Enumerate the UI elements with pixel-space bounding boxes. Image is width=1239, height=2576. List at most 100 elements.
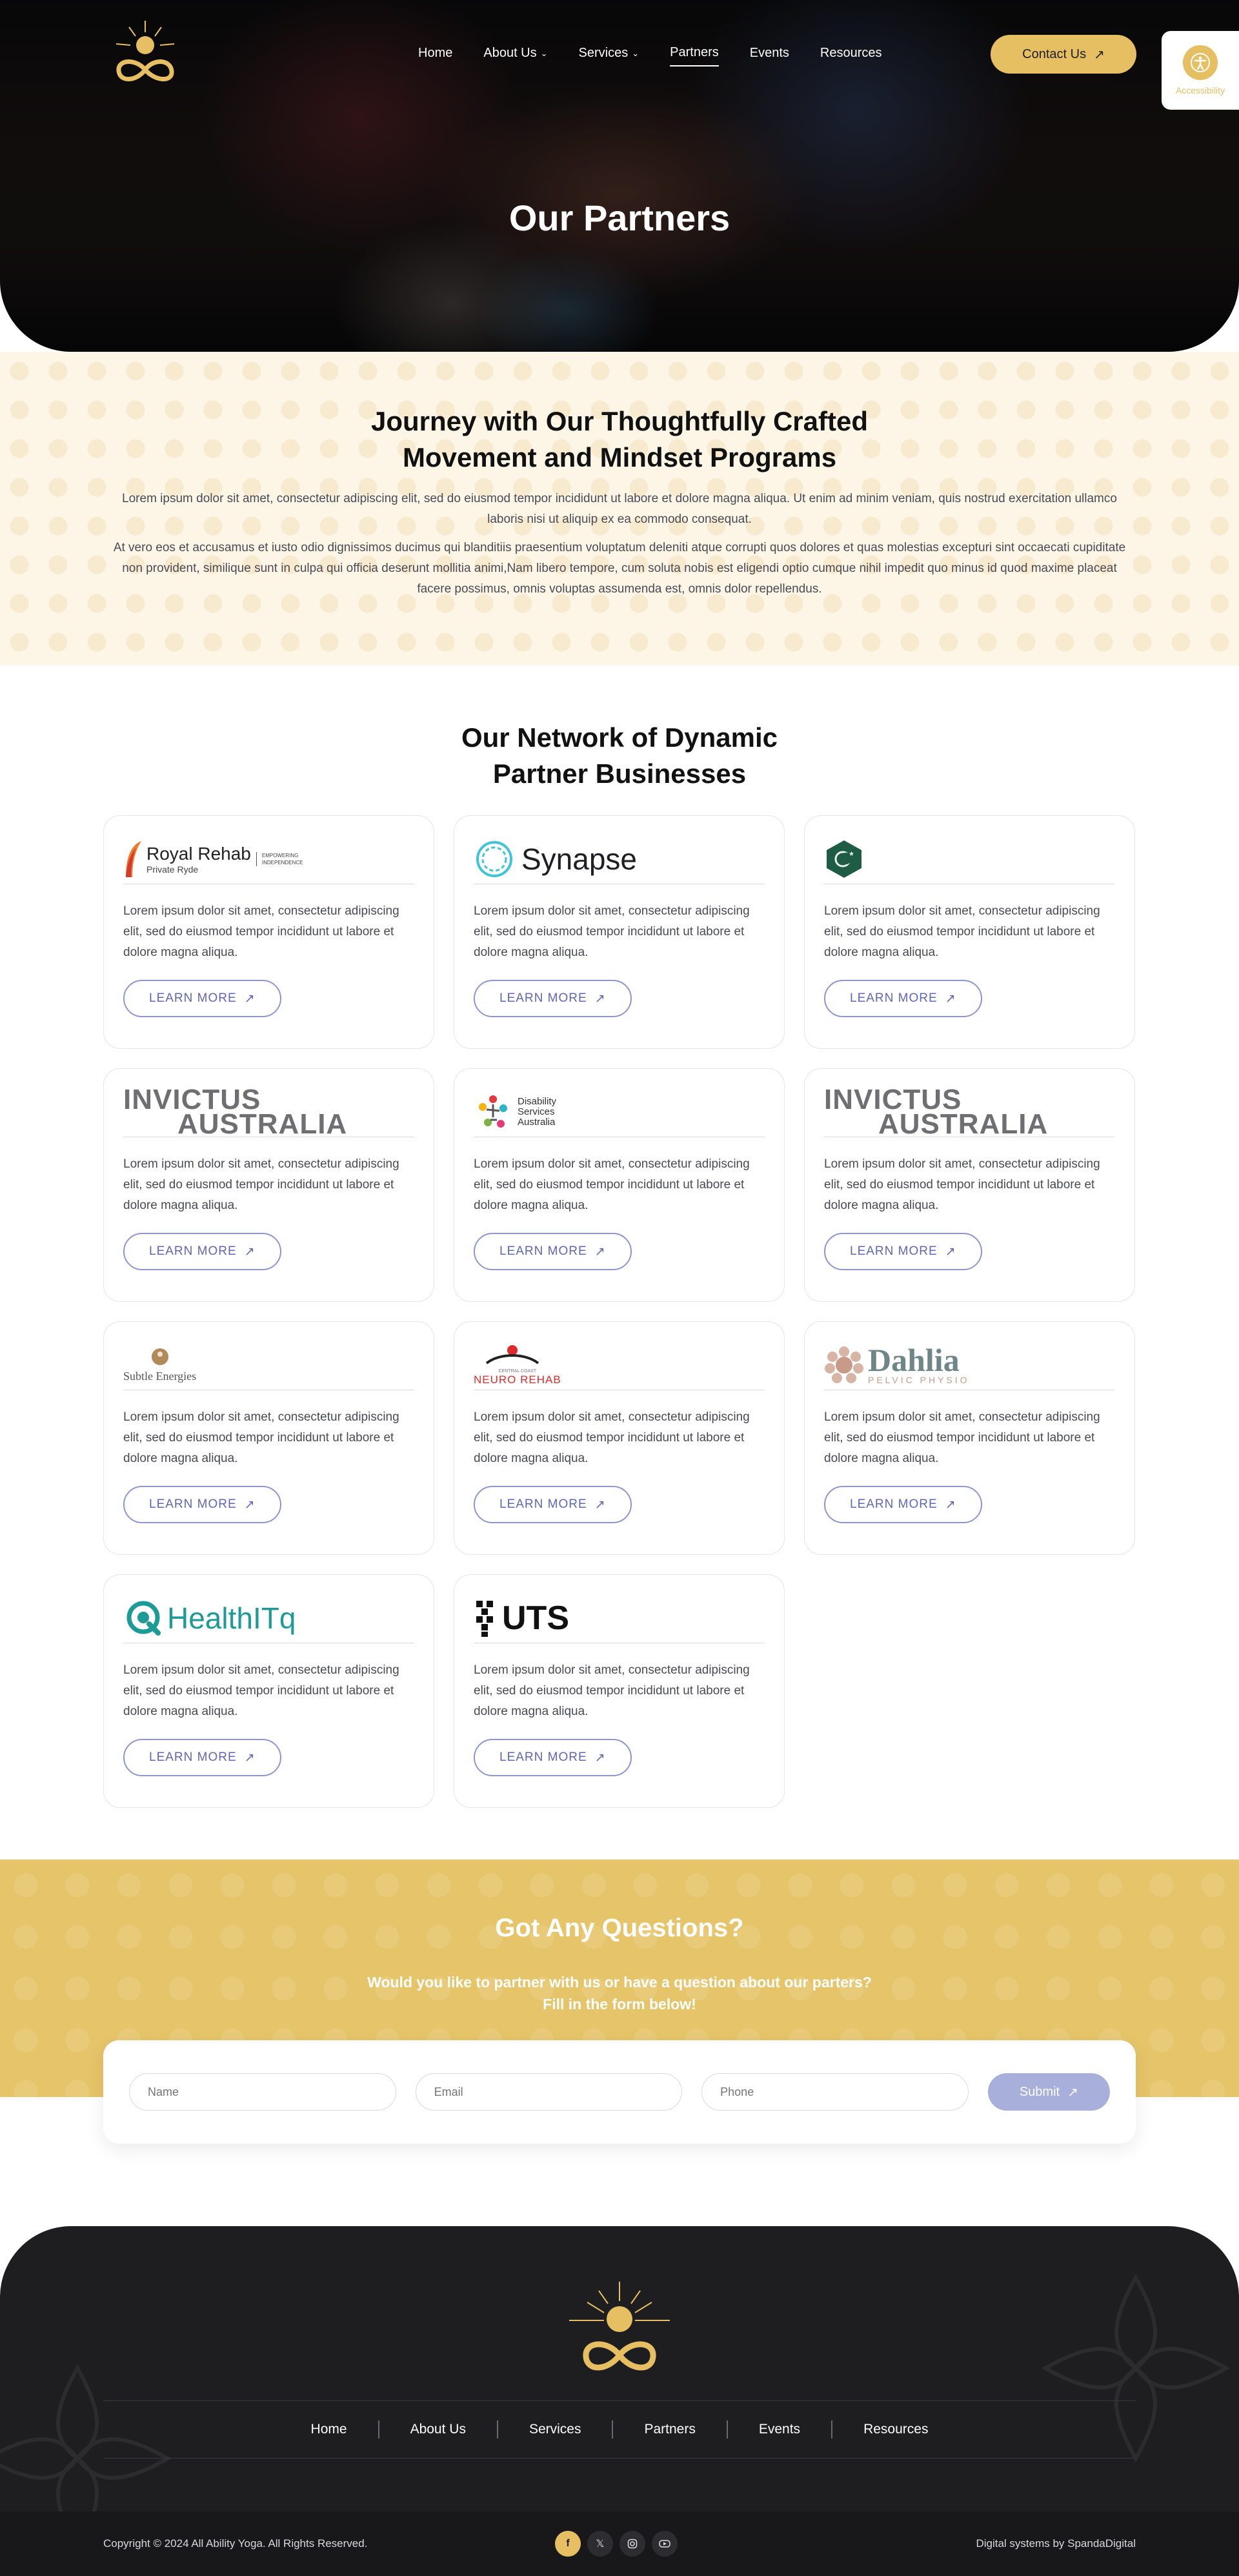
partner-card: CENTRAL COAST NEURO REHAB Lorem ipsum do… (454, 1321, 785, 1555)
footer-nav-home[interactable]: Home (280, 2420, 379, 2439)
partner-logo: HealthITq (123, 1593, 414, 1643)
accessibility-label: Accessibility (1175, 85, 1225, 96)
partner-logo-tagline: Australia (518, 1116, 556, 1128)
partner-logo-subtext: AUSTRALIA (878, 1108, 1049, 1140)
phone-field[interactable] (701, 2073, 969, 2111)
email-field[interactable] (415, 2073, 683, 2111)
learn-more-button[interactable]: LEARN MORE ↗ (123, 1739, 281, 1776)
arrow-up-right-icon: ↗ (244, 1750, 256, 1765)
partner-description: Lorem ipsum dolor sit amet, consectetur … (824, 904, 1100, 959)
partners-heading-line: Partner Businesses (492, 758, 747, 789)
learn-more-button[interactable]: LEARN MORE ↗ (824, 1486, 982, 1523)
learn-more-button[interactable]: LEARN MORE ↗ (824, 980, 982, 1017)
learn-more-button[interactable]: LEARN MORE ↗ (474, 980, 632, 1017)
facebook-icon[interactable]: f (555, 2531, 581, 2557)
video-icon[interactable] (652, 2531, 678, 2557)
footer-nav-services[interactable]: Services (498, 2420, 614, 2439)
hexagon-logo: ★ (827, 840, 861, 878)
learn-more-button[interactable]: LEARN MORE ↗ (123, 1486, 281, 1523)
footer-logo[interactable] (568, 2279, 671, 2389)
footer-nav-resources[interactable]: Resources (832, 2420, 959, 2439)
partner-logo-text: HealthITq (167, 1601, 296, 1635)
learn-more-label: LEARN MORE (149, 1750, 237, 1764)
submit-label: Submit (1019, 2084, 1060, 2099)
accessibility-widget[interactable]: Accessibility (1162, 31, 1239, 110)
intro-paragraph: At vero eos et accusamus et iusto odio d… (113, 541, 1126, 596)
partner-card: Royal Rehab Private Ryde EMPOWERING INDE… (103, 815, 434, 1049)
nav-label: Services (578, 46, 629, 60)
nav-label: About Us (483, 46, 537, 60)
site-logo[interactable] (103, 18, 187, 96)
partner-logo: Dahlia PELVIC PHYSIO (824, 1340, 1115, 1390)
learn-more-button[interactable]: LEARN MORE ↗ (123, 980, 281, 1017)
partner-card: INVICTUS AUSTRALIA Lorem ipsum dolor sit… (804, 1068, 1135, 1302)
learn-more-label: LEARN MORE (850, 991, 938, 1005)
nav-services[interactable]: Services ⌄ (579, 45, 640, 66)
name-field[interactable] (129, 2073, 396, 2111)
royal-rehab-logo-mark (126, 840, 141, 877)
x-icon[interactable]: 𝕏 (587, 2531, 613, 2557)
footer-nav-partners[interactable]: Partners (613, 2420, 728, 2439)
intro-paragraph: Lorem ipsum dolor sit amet, consectetur … (122, 492, 1117, 526)
partner-card: Synapse Lorem ipsum dolor sit amet, cons… (454, 815, 785, 1049)
partner-card: INVICTUS AUSTRALIA Lorem ipsum dolor sit… (103, 1068, 434, 1302)
partners-section: Our Network of Dynamic Partner Businesse… (0, 665, 1239, 1860)
contact-us-button[interactable]: Contact Us ↗ (991, 35, 1136, 74)
nav-partners[interactable]: Partners (670, 45, 719, 66)
uts-crest-icon (476, 1600, 493, 1637)
partner-description: Lorem ipsum dolor sit amet, consectetur … (474, 1663, 750, 1718)
learn-more-label: LEARN MORE (149, 991, 237, 1005)
questions-title: Got Any Questions? (495, 1914, 744, 1942)
partner-logo-text: Royal Rehab (146, 843, 251, 864)
chevron-down-icon: ⌄ (540, 48, 548, 58)
page-title: Our Partners (509, 198, 730, 238)
partner-logo: Royal Rehab Private Ryde EMPOWERING INDE… (123, 834, 414, 884)
contact-us-label: Contact Us (1022, 46, 1087, 61)
partner-logo-text: Disability (518, 1095, 557, 1107)
nav-label: Partners (670, 45, 719, 59)
learn-more-label: LEARN MORE (149, 1244, 237, 1258)
learn-more-button[interactable]: LEARN MORE ↗ (824, 1233, 982, 1270)
nav-about-us[interactable]: About Us ⌄ (483, 45, 547, 66)
social-links: f 𝕏 (555, 2531, 678, 2557)
learn-more-button[interactable]: LEARN MORE ↗ (474, 1233, 632, 1270)
footer-nav-about-us[interactable]: About Us (379, 2420, 498, 2439)
intro-heading-line: Movement and Mindset Programs (402, 442, 837, 472)
arrow-up-right-icon: ↗ (244, 991, 256, 1006)
dahlia-flower-icon (825, 1346, 863, 1383)
intro-section: Journey with Our Thoughtfully Crafted Mo… (0, 352, 1239, 665)
submit-button[interactable]: Submit ↗ (987, 2073, 1110, 2111)
arrow-up-right-icon: ↗ (1067, 2085, 1078, 2100)
partner-description: Lorem ipsum dolor sit amet, consectetur … (474, 1410, 750, 1465)
learn-more-label: LEARN MORE (499, 1497, 587, 1511)
footer-bottom-bar: Copyright © 2024 All Ability Yoga. All R… (0, 2511, 1239, 2576)
partner-description: Lorem ipsum dolor sit amet, consectetur … (474, 904, 750, 959)
partner-logo: CENTRAL COAST NEURO REHAB (474, 1340, 765, 1390)
learn-more-button[interactable]: LEARN MORE ↗ (474, 1486, 632, 1523)
flower-decoration-icon (1041, 2273, 1231, 2463)
partner-card: Subtle Energies Lorem ipsum dolor sit am… (103, 1321, 434, 1555)
partners-heading: Our Network of Dynamic Partner Businesse… (0, 720, 1239, 792)
nav-home[interactable]: Home (418, 45, 452, 66)
learn-more-label: LEARN MORE (149, 1497, 237, 1511)
learn-more-button[interactable]: LEARN MORE ↗ (474, 1739, 632, 1776)
arrow-up-right-icon: ↗ (594, 1497, 606, 1512)
arrow-up-right-icon: ↗ (594, 1750, 606, 1765)
learn-more-label: LEARN MORE (499, 1244, 587, 1258)
learn-more-label: LEARN MORE (850, 1244, 938, 1258)
synapse-logo-mark (476, 840, 512, 877)
partner-logo-subtext: Private Ryde (146, 864, 199, 875)
learn-more-label: LEARN MORE (499, 1750, 587, 1764)
learn-more-button[interactable]: LEARN MORE ↗ (123, 1233, 281, 1270)
instagram-icon[interactable] (620, 2531, 645, 2557)
nav-events[interactable]: Events (750, 45, 789, 66)
arrow-up-right-icon: ↗ (594, 991, 606, 1006)
partner-logo: INVICTUS AUSTRALIA (824, 1085, 1115, 1140)
nav-resources[interactable]: Resources (820, 45, 882, 66)
intro-heading: Journey with Our Thoughtfully Crafted Mo… (110, 403, 1129, 476)
partner-logo: ★ (824, 834, 1115, 884)
svg-text:★: ★ (849, 851, 854, 858)
partner-logo: INVICTUS AUSTRALIA (123, 1085, 414, 1138)
footer-nav-events[interactable]: Events (728, 2420, 833, 2439)
partners-heading-line: Our Network of Dynamic (461, 722, 778, 753)
